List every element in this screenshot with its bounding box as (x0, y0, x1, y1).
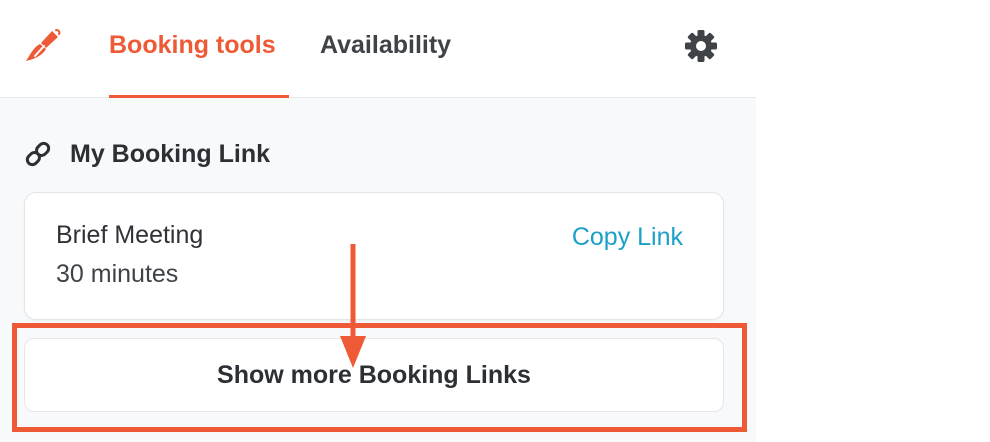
screenshot-stage: Booking tools Availability My Booking Li… (0, 0, 990, 442)
tab-booking-tools[interactable]: Booking tools (109, 30, 276, 60)
tab-availability[interactable]: Availability (320, 30, 451, 60)
top-navigation-bar: Booking tools Availability (0, 0, 756, 98)
brush-logo-icon (26, 29, 61, 61)
booking-link-card: Brief Meeting 30 minutes Copy Link (24, 192, 724, 320)
gear-icon[interactable] (684, 29, 718, 63)
meeting-title: Brief Meeting (56, 221, 204, 249)
section-title: My Booking Link (70, 139, 270, 168)
meeting-duration: 30 minutes (56, 260, 179, 288)
copy-link-button[interactable]: Copy Link (572, 223, 683, 252)
show-more-booking-links-button[interactable]: Show more Booking Links (24, 338, 724, 412)
active-tab-indicator (109, 95, 289, 98)
booking-link-heading: My Booking Link (22, 138, 270, 170)
link-icon (25, 141, 51, 167)
booking-panel: Booking tools Availability My Booking Li… (0, 0, 756, 442)
